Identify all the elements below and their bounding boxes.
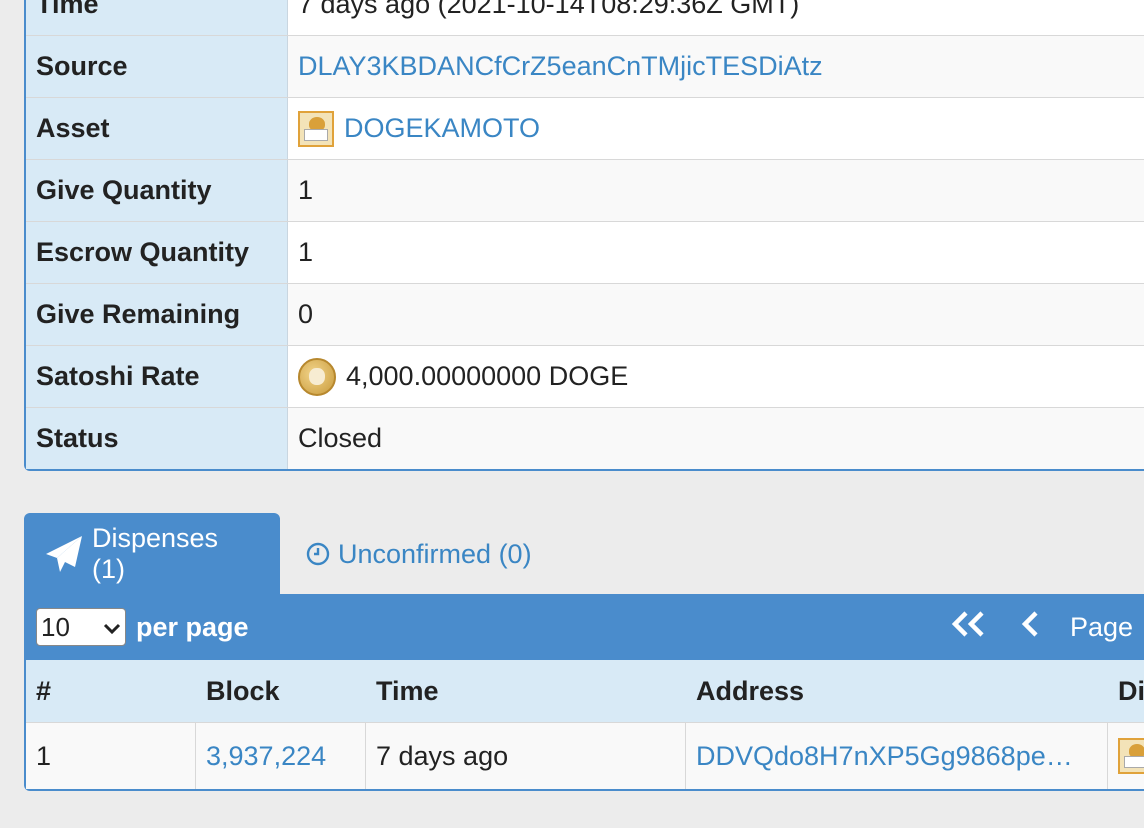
clock-icon [306, 542, 330, 566]
per-page-value: 10 [41, 611, 70, 642]
table-row: 1 3,937,224 7 days ago DDVQdo8H7nXP5Gg98… [26, 722, 1144, 789]
dispenser-details-table: Time 7 days ago (2021-10-14T08:29:36Z GM… [24, 0, 1144, 471]
tab-dispenses-label: Dispenses (1) [92, 523, 219, 584]
tab-bar: Dispenses (1) Unconfirmed (0) [24, 513, 554, 595]
dogekamoto-asset-icon[interactable] [1118, 738, 1144, 774]
doge-coin-icon [298, 357, 336, 396]
first-page-button[interactable] [948, 609, 988, 646]
tab-unconfirmed[interactable]: Unconfirmed (0) [280, 513, 554, 595]
detail-row-asset: Asset DOGEKAMOTO [26, 98, 1144, 160]
detail-value-escrow-quantity: 1 [288, 222, 1144, 283]
paper-plane-icon [44, 534, 84, 574]
per-page-select[interactable]: 10 [36, 608, 126, 646]
detail-label: Give Quantity [26, 160, 288, 221]
detail-row-status: Status Closed [26, 408, 1144, 469]
row-number: 1 [26, 723, 196, 789]
table-header: # Block Time Address Di [26, 660, 1144, 722]
previous-page-button[interactable] [1020, 609, 1042, 646]
detail-value-give-remaining: 0 [288, 284, 1144, 345]
table-toolbar: 10 per page Page [26, 594, 1144, 660]
detail-label: Status [26, 408, 288, 469]
detail-row-time: Time 7 days ago (2021-10-14T08:29:36Z GM… [26, 0, 1144, 36]
detail-row-give-remaining: Give Remaining 0 [26, 284, 1144, 346]
chevron-left-icon [1020, 609, 1042, 646]
column-header-block[interactable]: Block [196, 660, 366, 722]
page-label: Page [1070, 611, 1134, 642]
double-chevron-left-icon [948, 609, 988, 646]
column-header-address[interactable]: Address [686, 660, 1108, 722]
address-link[interactable]: DDVQdo8H7nXP5Gg9868pe… [696, 741, 1073, 772]
detail-label: Satoshi Rate [26, 346, 288, 407]
column-header-number[interactable]: # [26, 660, 196, 722]
detail-row-give-quantity: Give Quantity 1 [26, 160, 1144, 222]
chevron-down-icon [103, 612, 121, 643]
dogekamoto-asset-icon [298, 110, 334, 147]
tab-unconfirmed-label: Unconfirmed (0) [338, 538, 532, 569]
detail-label: Source [26, 36, 288, 97]
detail-row-escrow-quantity: Escrow Quantity 1 [26, 222, 1144, 284]
detail-label: Give Remaining [26, 284, 288, 345]
row-time: 7 days ago [366, 723, 686, 789]
column-header-dispenser[interactable]: Di [1108, 660, 1144, 722]
detail-value-give-quantity: 1 [288, 160, 1144, 221]
detail-row-source: Source DLAY3KBDANCfCrZ5eanCnTMjicTESDiAt… [26, 36, 1144, 98]
tab-dispenses[interactable]: Dispenses (1) [24, 513, 280, 595]
satoshi-rate-value: 4,000.00000000 DOGE [346, 361, 629, 391]
detail-label: Time [26, 0, 288, 35]
block-link[interactable]: 3,937,224 [206, 741, 326, 772]
dispenses-panel: 10 per page Page # Block Time Address Di… [24, 594, 1144, 791]
pagination: Page [948, 594, 1133, 660]
detail-row-satoshi-rate: Satoshi Rate 4,000.00000000 DOGE [26, 346, 1144, 408]
column-header-time[interactable]: Time [366, 660, 686, 722]
asset-link[interactable]: DOGEKAMOTO [344, 113, 540, 144]
source-address-link[interactable]: DLAY3KBDANCfCrZ5eanCnTMjicTESDiAtz [298, 51, 823, 82]
status-value: Closed [288, 408, 1144, 469]
detail-value-time: 7 days ago (2021-10-14T08:29:36Z GMT) [288, 0, 1144, 35]
per-page-label: per page [136, 611, 249, 642]
detail-label: Escrow Quantity [26, 222, 288, 283]
detail-label: Asset [26, 98, 288, 159]
